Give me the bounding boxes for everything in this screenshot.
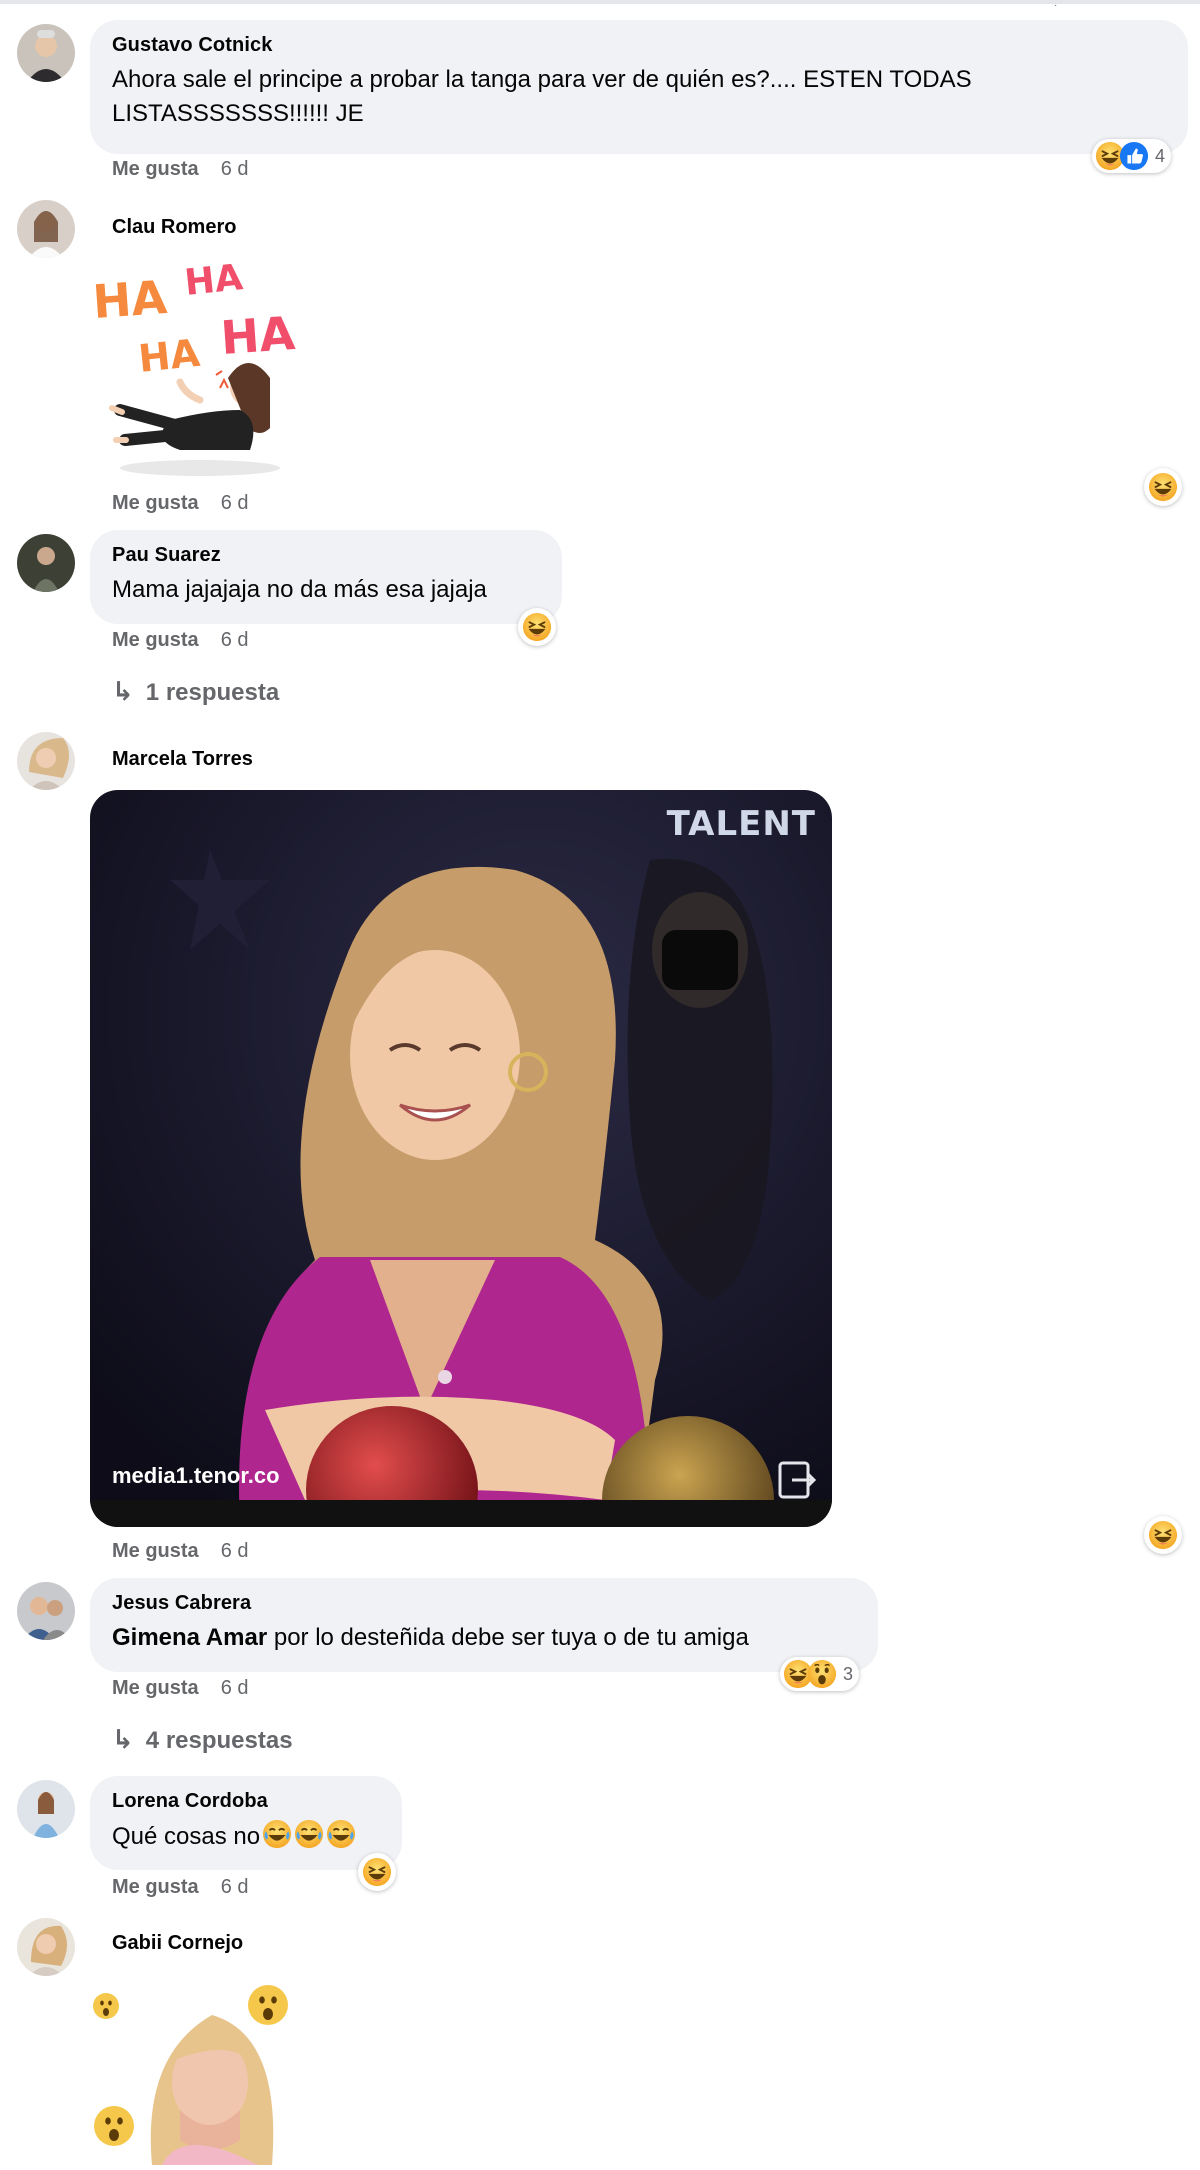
gif-source-label[interactable]: media1.tenor.co xyxy=(112,1463,280,1489)
wow-reaction-icon xyxy=(807,1659,837,1689)
avatar[interactable] xyxy=(17,1582,75,1640)
reply-arrow-icon: ↳ xyxy=(112,1724,134,1754)
timestamp[interactable]: 6 d xyxy=(221,492,249,514)
sticker-text: HA xyxy=(136,331,202,381)
view-replies-link[interactable]: ↳ 4 respuestas xyxy=(112,1724,293,1755)
like-button[interactable]: Me gusta xyxy=(112,1677,199,1699)
comment-text: por lo desteñida debe ser tuya o de tu a… xyxy=(267,1624,749,1651)
reaction-summary[interactable]: 4 xyxy=(1092,139,1172,173)
timestamp[interactable]: 6 d xyxy=(221,1876,249,1898)
comment-author[interactable]: Lorena Cordoba xyxy=(112,1790,380,1813)
surprised-sticker xyxy=(92,1980,302,2165)
timestamp[interactable]: 6 d xyxy=(221,1540,249,1562)
avatar[interactable] xyxy=(17,534,75,592)
reaction-summary[interactable] xyxy=(358,1853,396,1891)
view-replies-link[interactable]: ↳ 1 respuesta xyxy=(112,676,279,707)
comment-bubble: Pau Suarez Mama jajajaja no da más esa j… xyxy=(90,530,562,624)
timestamp[interactable]: 6 d xyxy=(221,1677,249,1699)
open-external-icon[interactable] xyxy=(776,1457,816,1501)
haha-sticker: HA HA HA HA xyxy=(90,250,310,480)
comment-author[interactable]: Jesus Cabrera xyxy=(112,1592,856,1615)
reply-arrow-icon: ↳ xyxy=(112,676,134,706)
more-options-icon[interactable]: · xyxy=(1054,0,1062,11)
comment-text: Mama jajajaja no da más esa jajaja xyxy=(112,576,487,603)
haha-reaction-icon xyxy=(522,612,552,642)
replies-count: 1 respuesta xyxy=(145,679,280,706)
reaction-count: 3 xyxy=(843,1663,854,1684)
avatar[interactable] xyxy=(17,732,75,790)
comment-actions: Me gusta 6 d xyxy=(112,492,249,515)
joy-emoji-icon xyxy=(262,1819,292,1849)
gif-image xyxy=(90,790,832,1527)
reaction-summary[interactable] xyxy=(1144,1516,1182,1554)
comment-author[interactable]: Marcela Torres xyxy=(112,748,253,771)
like-button[interactable]: Me gusta xyxy=(112,629,199,651)
gif-attachment[interactable]: TALENT media1.tenor.co xyxy=(90,790,832,1527)
comment-bubble: Gustavo Cotnick Ahora sale el principe a… xyxy=(90,20,1188,154)
sticker-text: HA xyxy=(219,306,297,365)
avatar[interactable] xyxy=(17,24,75,82)
haha-reaction-icon xyxy=(1148,1520,1178,1550)
gif-watermark: TALENT xyxy=(666,804,816,844)
comment-actions: Me gusta 6 d xyxy=(112,1876,249,1899)
joy-emoji-icon xyxy=(326,1819,356,1849)
comment-actions: Me gusta 6 d xyxy=(112,629,249,652)
like-reaction-icon xyxy=(1119,141,1149,171)
like-button[interactable]: Me gusta xyxy=(112,158,199,180)
comment-bubble: Lorena Cordoba Qué cosas no xyxy=(90,1776,402,1870)
haha-reaction-icon xyxy=(362,1857,392,1887)
comment-author[interactable]: Gustavo Cotnick xyxy=(112,34,1166,57)
comment-text: Ahora sale el principe a probar la tanga… xyxy=(112,66,972,127)
like-button[interactable]: Me gusta xyxy=(112,492,199,514)
reaction-summary[interactable] xyxy=(518,608,556,646)
comment-text: Qué cosas no xyxy=(112,1823,261,1850)
avatar[interactable] xyxy=(17,1780,75,1838)
mention-link[interactable]: Gimena Amar xyxy=(112,1624,267,1651)
reaction-count: 4 xyxy=(1155,145,1166,166)
comment-actions: Me gusta 6 d xyxy=(112,158,249,181)
comment-author[interactable]: Gabii Cornejo xyxy=(112,1932,243,1955)
reaction-summary[interactable] xyxy=(1144,468,1182,506)
like-button[interactable]: Me gusta xyxy=(112,1876,199,1898)
comment-actions: Me gusta 6 d xyxy=(112,1540,249,1563)
reaction-summary[interactable]: 3 xyxy=(780,1657,860,1691)
like-button[interactable]: Me gusta xyxy=(112,1540,199,1562)
replies-count: 4 respuestas xyxy=(145,1727,293,1754)
timestamp[interactable]: 6 d xyxy=(221,158,249,180)
avatar[interactable] xyxy=(17,200,75,258)
comment-author[interactable]: Clau Romero xyxy=(112,216,236,239)
comment-author[interactable]: Pau Suarez xyxy=(112,544,540,567)
sticker-text: HA xyxy=(91,270,169,329)
comment-bubble: Jesus Cabrera Gimena Amar por lo desteñi… xyxy=(90,1578,878,1672)
haha-reaction-icon xyxy=(1148,472,1178,502)
sticker-text: HA xyxy=(183,257,245,304)
comment-actions: Me gusta 6 d xyxy=(112,1677,249,1700)
avatar[interactable] xyxy=(17,1918,75,1976)
joy-emoji-icon xyxy=(294,1819,324,1849)
top-divider xyxy=(0,0,1200,4)
timestamp[interactable]: 6 d xyxy=(221,629,249,651)
